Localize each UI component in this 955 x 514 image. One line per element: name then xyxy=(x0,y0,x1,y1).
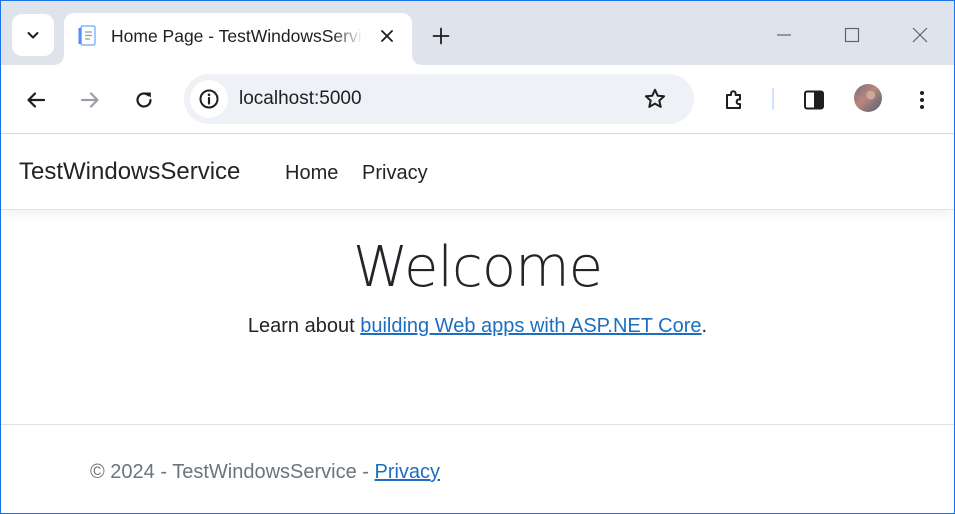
extensions-button[interactable] xyxy=(716,82,752,118)
intro-text-before: Learn about xyxy=(247,315,361,337)
back-button[interactable] xyxy=(18,82,54,118)
chevron-down-icon xyxy=(27,32,39,39)
side-panel-button[interactable] xyxy=(796,82,832,118)
browser-window: Home Page - TestWindowsService localhost… xyxy=(1,1,954,513)
side-panel-icon xyxy=(804,90,824,110)
close-window-button[interactable] xyxy=(900,15,940,55)
maximize-button[interactable] xyxy=(832,15,872,55)
maximize-icon xyxy=(844,27,860,43)
toolbar-divider xyxy=(772,88,774,110)
star-icon xyxy=(644,88,666,108)
puzzle-icon xyxy=(726,90,741,109)
address-bar[interactable]: localhost:5000 xyxy=(184,74,694,124)
bookmark-button[interactable] xyxy=(641,85,669,113)
site-navbar: TestWindowsService Home Privacy xyxy=(1,135,954,210)
copyright-text: © 2024 - TestWindowsService - xyxy=(90,461,375,483)
intro-text-after: . xyxy=(701,315,708,337)
footer-privacy-link[interactable]: Privacy xyxy=(374,461,440,483)
site-info-button[interactable] xyxy=(190,80,228,118)
tab-search-button[interactable] xyxy=(12,14,54,56)
tab-close-button[interactable] xyxy=(376,25,398,47)
close-icon xyxy=(912,27,928,43)
new-tab-button[interactable] xyxy=(424,21,458,51)
site-footer: © 2024 - TestWindowsService - Privacy xyxy=(1,424,954,513)
info-icon xyxy=(199,89,219,109)
reload-icon xyxy=(136,92,152,108)
browser-menu-button[interactable] xyxy=(904,82,940,118)
browser-toolbar: localhost:5000 xyxy=(1,65,954,134)
plus-icon xyxy=(432,27,450,45)
arrow-right-icon xyxy=(80,92,99,108)
footer-text: © 2024 - TestWindowsService - Privacy xyxy=(90,459,440,485)
minimize-button[interactable] xyxy=(764,15,804,55)
close-icon xyxy=(381,30,393,42)
tab-home-page[interactable]: Home Page - TestWindowsService xyxy=(64,13,412,65)
aspnet-docs-link[interactable]: building Web apps with ASP.NET Core xyxy=(360,315,701,337)
avatar[interactable] xyxy=(854,84,882,112)
reload-button[interactable] xyxy=(126,82,162,118)
minimize-icon xyxy=(777,34,791,36)
tab-strip: Home Page - TestWindowsService xyxy=(1,1,954,65)
nav-link-home[interactable]: Home xyxy=(285,160,338,186)
navbar-brand[interactable]: TestWindowsService xyxy=(19,157,240,187)
kebab-menu-icon xyxy=(920,91,924,109)
page-title: Welcome xyxy=(352,235,603,300)
web-page: TestWindowsService Home Privacy Welcome … xyxy=(1,135,954,513)
forward-button[interactable] xyxy=(72,82,108,118)
url-text: localhost:5000 xyxy=(239,88,362,109)
nav-link-privacy[interactable]: Privacy xyxy=(362,160,428,186)
arrow-left-icon xyxy=(27,92,46,108)
intro-text: Learn about building Web apps with ASP.N… xyxy=(1,313,954,339)
page-icon xyxy=(78,25,96,46)
tab-title: Home Page - TestWindowsService xyxy=(111,26,363,46)
